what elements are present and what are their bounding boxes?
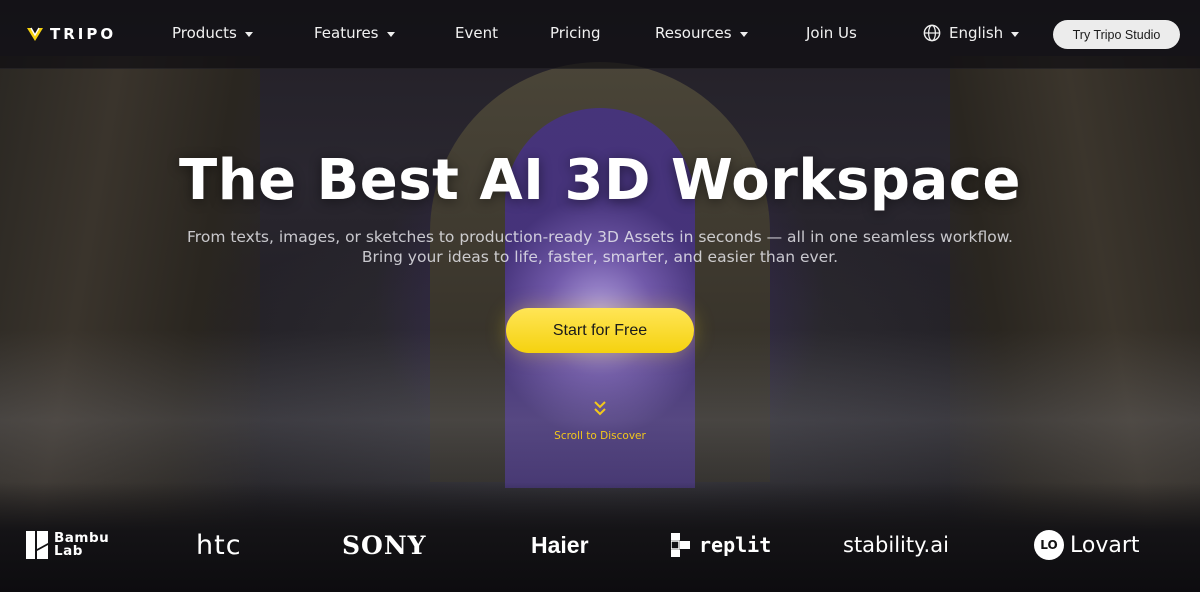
partner-sony: SONY xyxy=(342,530,427,560)
partner-bambu-lab: Bambu Lab xyxy=(26,530,109,560)
replit-logo-icon xyxy=(671,533,690,557)
tripo-logo[interactable]: TRIPO xyxy=(26,25,116,43)
double-chevron-down-icon[interactable] xyxy=(592,399,608,419)
nav-item-label: Pricing xyxy=(550,24,601,42)
partner-replit: replit xyxy=(671,530,771,560)
chevron-down-icon xyxy=(739,31,748,37)
replit-wordmark: replit xyxy=(699,533,772,557)
nav-item-features[interactable]: Features xyxy=(314,24,395,42)
nav-item-join-us[interactable]: Join Us xyxy=(806,24,857,42)
chevron-down-icon xyxy=(244,31,253,37)
chevron-down-icon xyxy=(1011,31,1020,37)
nav-item-label: Join Us xyxy=(806,24,857,42)
nav-item-pricing[interactable]: Pricing xyxy=(550,24,601,42)
hero-subtitle-line-1: From texts, images, or sketches to produ… xyxy=(187,228,1013,246)
nav-item-label: Resources xyxy=(655,24,732,42)
nav-item-event[interactable]: Event xyxy=(455,24,498,42)
tripo-logo-icon xyxy=(27,27,43,41)
hero-subtitle-line-2: Bring your ideas to life, faster, smarte… xyxy=(361,248,839,266)
nav-item-resources[interactable]: Resources xyxy=(655,24,748,42)
logo-text: TRIPO xyxy=(50,25,117,43)
partner-htc: htc xyxy=(196,529,242,561)
language-selector[interactable]: English xyxy=(923,24,1020,42)
lovart-wordmark: Lovart xyxy=(1070,532,1140,558)
start-for-free-button[interactable]: Start for Free xyxy=(506,308,694,353)
nav-item-label: Event xyxy=(455,24,498,42)
partner-haier: Haier xyxy=(531,531,589,558)
try-tripo-studio-button[interactable]: Try Tripo Studio xyxy=(1053,20,1180,49)
scroll-to-discover[interactable]: Scroll to Discover xyxy=(0,430,1200,442)
partner-logos: Bambu Lab htc SONY Haier replit stabilit… xyxy=(0,520,1200,570)
nav-item-label: Features xyxy=(314,24,379,42)
nav-item-label: Products xyxy=(172,24,237,42)
globe-icon xyxy=(923,24,941,42)
bambu-line-2: Lab xyxy=(54,543,83,559)
hero-background-image xyxy=(0,0,1200,592)
partner-lovart: LO Lovart xyxy=(1034,530,1140,560)
language-label: English xyxy=(949,24,1004,42)
nav-item-products[interactable]: Products xyxy=(172,24,253,42)
partner-stability-ai: stability.ai xyxy=(843,533,949,557)
chevron-down-icon xyxy=(386,31,395,37)
top-navigation: TRIPO Products Features Event Pricing Re… xyxy=(0,0,1200,69)
lovart-logo-icon: LO xyxy=(1034,530,1064,560)
bambu-logo-icon xyxy=(26,531,48,559)
hero-title: The Best AI 3D Workspace xyxy=(179,148,1021,213)
